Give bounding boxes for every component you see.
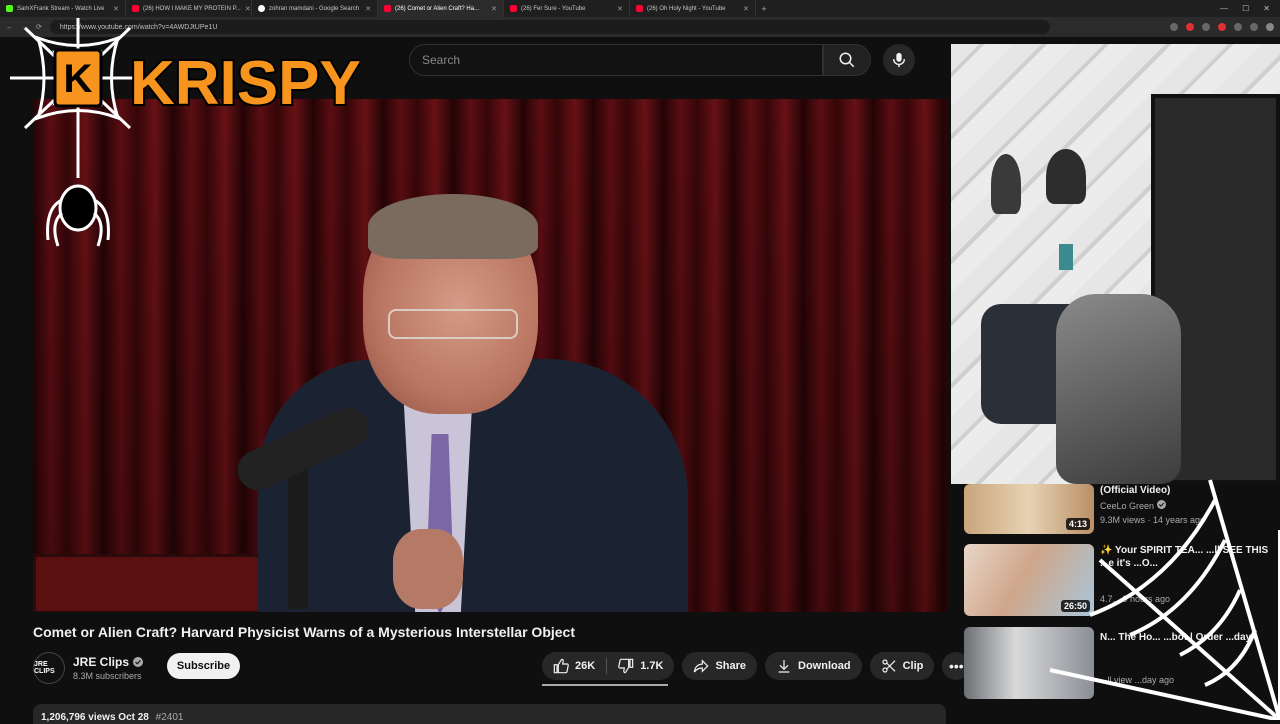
search-button[interactable] — [823, 44, 871, 76]
webcam-hat — [991, 154, 1021, 214]
tab-title: (26) Comet or Alien Craft? Ha... — [395, 5, 480, 12]
share-icon — [694, 659, 709, 673]
scissors-icon — [881, 659, 896, 673]
webcam-lanyard — [1059, 244, 1073, 270]
svg-text:K: K — [64, 57, 93, 101]
dislike-button[interactable]: 1.7K — [607, 652, 674, 680]
extension-icon[interactable] — [1218, 23, 1226, 31]
close-tab-icon[interactable]: ✕ — [365, 5, 371, 13]
download-button[interactable]: Download — [765, 652, 862, 680]
channel-avatar-text: JRE CLIPS — [34, 661, 55, 675]
video-frame-hand — [393, 529, 463, 609]
microphone-icon — [892, 52, 906, 68]
view-count-date: 1,206,796 views Oct 28 — [41, 712, 149, 723]
profile-avatar-icon[interactable] — [1266, 23, 1274, 31]
video-title: Comet or Alien Craft? Harvard Physicist … — [33, 624, 575, 640]
thumbs-down-icon — [618, 658, 634, 674]
search-placeholder: Search — [422, 53, 461, 67]
video-frame-person-hair — [368, 194, 538, 259]
tab-title: (26) Fer Sure - YouTube — [521, 5, 586, 12]
like-button[interactable]: 26K — [542, 652, 606, 680]
video-actions: 26K 1.7K Share Download Clip ••• — [542, 652, 971, 686]
tab-favicon-icon — [384, 5, 391, 12]
extension-icon[interactable] — [1170, 23, 1178, 31]
webcam-hat — [1046, 149, 1086, 204]
browser-tab[interactable]: (26) Fer Sure - YouTube ✕ — [504, 0, 630, 17]
browser-tab-active[interactable]: (26) Comet or Alien Craft? Ha... ✕ — [378, 0, 504, 17]
search-input[interactable]: Search — [409, 44, 823, 76]
share-label: Share — [715, 660, 747, 672]
extension-icon[interactable] — [1250, 23, 1258, 31]
new-tab-button[interactable]: + — [756, 4, 772, 14]
video-frame-mic-stand — [288, 459, 308, 609]
clip-button[interactable]: Clip — [869, 652, 935, 680]
like-count: 26K — [575, 660, 596, 672]
verified-icon — [133, 657, 144, 667]
more-horizontal-icon: ••• — [949, 658, 964, 674]
channel-info: JRE CLIPS JRE Clips 8.3M subscribers — [33, 652, 144, 684]
description-box[interactable]: 1,206,796 views Oct 28 #2401 — [33, 704, 946, 724]
extension-icon[interactable] — [1202, 23, 1210, 31]
tab-favicon-icon — [510, 5, 517, 12]
streamer-logo-text: KRISPYW — [130, 49, 360, 118]
channel-avatar[interactable]: JRE CLIPS — [33, 652, 65, 684]
video-frame-glasses — [388, 309, 518, 339]
spider-web-overlay — [1049, 479, 1280, 720]
like-ratio-bar — [542, 684, 668, 686]
tab-title: (26) Oh Holy Night - YouTube — [647, 5, 726, 12]
maximize-icon[interactable]: ☐ — [1242, 4, 1249, 13]
close-tab-icon[interactable]: ✕ — [743, 5, 749, 13]
window-controls: — ☐ ✕ — [1220, 4, 1280, 13]
download-label: Download — [798, 660, 851, 672]
dislike-count: 1.7K — [640, 660, 664, 672]
close-tab-icon[interactable]: ✕ — [617, 5, 623, 13]
close-tab-icon[interactable]: ✕ — [491, 5, 497, 13]
search-icon — [839, 52, 855, 68]
tab-favicon-icon — [636, 5, 643, 12]
webcam-gaming-chair — [1056, 294, 1181, 484]
share-button[interactable]: Share — [682, 652, 758, 680]
browser-tab[interactable]: (26) Oh Holy Night - YouTube ✕ — [630, 0, 756, 17]
download-icon — [778, 660, 790, 673]
extensions-bar — [1170, 23, 1274, 31]
description-hashtag[interactable]: #2401 — [156, 712, 184, 723]
extension-icon[interactable] — [1186, 23, 1194, 31]
voice-search-button[interactable] — [883, 44, 915, 76]
webcam-overlay — [951, 44, 1280, 484]
close-window-icon[interactable]: ✕ — [1263, 4, 1270, 13]
streamer-logo: K KRISPYW — [10, 18, 360, 247]
subscribe-button[interactable]: Subscribe — [167, 653, 240, 679]
channel-name[interactable]: JRE Clips — [73, 655, 129, 669]
minimize-icon[interactable]: — — [1220, 4, 1228, 13]
extension-icon[interactable] — [1234, 23, 1242, 31]
thumbs-up-icon — [553, 658, 569, 674]
subscriber-count: 8.3M subscribers — [73, 671, 142, 681]
clip-label: Clip — [902, 660, 924, 672]
like-dislike-group: 26K 1.7K — [542, 652, 675, 686]
